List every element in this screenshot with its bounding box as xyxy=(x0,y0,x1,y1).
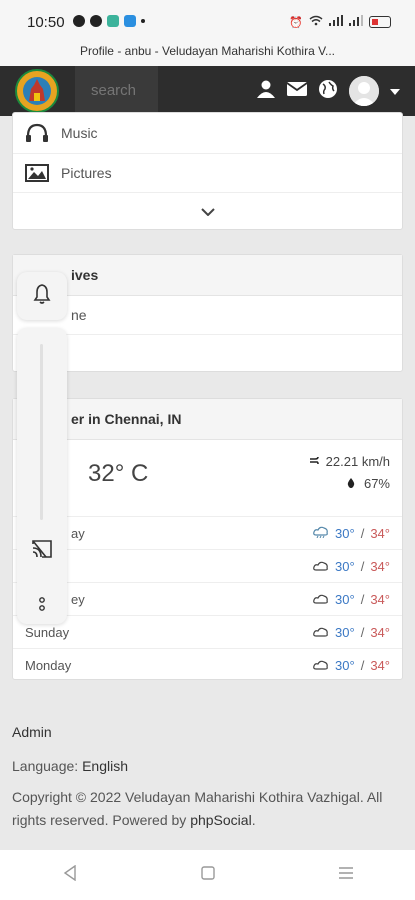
status-bar: 10:50 ⏰ xyxy=(0,0,415,40)
forecast-row: 30°/34° xyxy=(13,550,402,583)
humidity-value: 67% xyxy=(363,476,390,491)
rain-cloud-icon xyxy=(313,526,329,541)
forecast-row: ey 30°/34° xyxy=(13,583,402,616)
forecast-high: 34° xyxy=(370,558,390,574)
chevron-down-icon xyxy=(200,203,215,221)
forecast-low: 30° xyxy=(335,591,355,607)
image-icon xyxy=(25,164,49,182)
avatar[interactable] xyxy=(349,76,379,106)
signal-icon xyxy=(329,15,343,29)
volume-panel xyxy=(17,328,67,624)
search-input[interactable] xyxy=(75,66,158,116)
language-value[interactable]: English xyxy=(82,758,128,774)
archive-item-label: ne xyxy=(71,307,87,323)
forecast-high: 34° xyxy=(370,657,390,673)
menu-item-label: Pictures xyxy=(61,165,112,181)
site-footer: Admin Language: English Copyright © 2022… xyxy=(0,700,415,850)
facebook-icon xyxy=(90,15,102,27)
wind-icon xyxy=(309,456,322,469)
alarm-icon: ⏰ xyxy=(289,16,303,29)
user-icon[interactable] xyxy=(256,79,276,104)
humidity: 67% xyxy=(347,476,390,491)
back-icon[interactable] xyxy=(62,864,78,886)
wind-value: 22.21 km/h xyxy=(325,454,390,469)
volume-slider[interactable] xyxy=(40,344,43,520)
weather-current: 32° C 22.21 km/h 67% xyxy=(13,440,402,517)
archives-title: ives xyxy=(13,255,402,296)
app-icon xyxy=(124,15,136,27)
forecast-row: Sunday 30°/34° xyxy=(13,616,402,649)
admin-link[interactable]: Admin xyxy=(12,724,52,740)
expand-menu-button[interactable] xyxy=(13,193,402,231)
cloud-icon xyxy=(313,559,329,574)
page-title: Profile - anbu - Veludayan Maharishi Kot… xyxy=(0,40,415,66)
app-navbar xyxy=(0,66,415,116)
menu-item-music[interactable]: Music xyxy=(13,113,402,154)
copyright-period: . xyxy=(251,812,256,828)
archives-title-text: ives xyxy=(71,267,99,283)
forecast-low: 30° xyxy=(335,558,355,574)
cloud-icon xyxy=(313,625,329,640)
forecast-high: 34° xyxy=(370,525,390,541)
notification-volume-button[interactable] xyxy=(17,272,67,320)
forecast-low: 30° xyxy=(335,624,355,640)
notification-icons xyxy=(73,15,145,27)
chevron-down-icon[interactable] xyxy=(390,82,400,100)
wifi-icon xyxy=(309,15,323,29)
battery-icon xyxy=(369,16,391,28)
forecast-row: ay 30°/34° xyxy=(13,517,402,550)
menu-item-label: Music xyxy=(61,125,98,141)
weather-title: er in Chennai, IN xyxy=(13,399,402,440)
cloud-icon xyxy=(313,658,329,673)
cloud-icon xyxy=(313,592,329,607)
forecast-day: Sunday xyxy=(25,624,70,640)
menu-item-pictures[interactable]: Pictures xyxy=(13,154,402,193)
copyright-text: Copyright © 2022 Veludayan Maharishi Kot… xyxy=(12,786,407,832)
archive-item[interactable]: ne xyxy=(13,296,402,335)
archive-item[interactable] xyxy=(13,335,402,373)
forecast-low: 30° xyxy=(335,657,355,673)
headphones-icon xyxy=(25,123,49,143)
system-navigation-bar xyxy=(0,850,415,900)
weather-title-text: er in Chennai, IN xyxy=(71,411,182,427)
status-time: 10:50 xyxy=(27,14,65,31)
forecast-row: Monday 30°/34° xyxy=(25,657,390,673)
globe-icon[interactable] xyxy=(318,79,338,104)
current-temperature: 32° C xyxy=(88,460,149,487)
menu-icon[interactable] xyxy=(338,866,354,884)
cast-icon[interactable] xyxy=(32,540,52,563)
droplet-icon xyxy=(347,476,359,491)
system-icons: ⏰ xyxy=(289,15,391,29)
weather-card: er in Chennai, IN 32° C 22.21 km/h 67% a… xyxy=(12,398,403,680)
app-icon xyxy=(107,15,119,27)
more-dot-icon xyxy=(141,19,145,23)
media-menu-card: Music Pictures xyxy=(12,112,403,230)
forecast-low: 30° xyxy=(335,525,355,541)
forecast-high: 34° xyxy=(370,624,390,640)
language-label: Language: xyxy=(12,758,79,774)
home-icon[interactable] xyxy=(200,865,215,885)
site-logo[interactable] xyxy=(15,69,59,113)
mail-icon[interactable] xyxy=(286,81,308,102)
bell-icon xyxy=(33,283,51,309)
phpsocial-link[interactable]: phpSocial xyxy=(190,812,252,828)
language-selector[interactable]: Language: English xyxy=(12,758,128,774)
archives-card: ives ne xyxy=(12,254,403,372)
forecast-day: Monday xyxy=(25,657,72,673)
forecast-high: 34° xyxy=(370,591,390,607)
signal-icon xyxy=(349,15,363,29)
wind-speed: 22.21 km/h xyxy=(309,454,390,469)
whatsapp-icon xyxy=(73,15,85,27)
more-options-icon[interactable] xyxy=(38,596,46,617)
